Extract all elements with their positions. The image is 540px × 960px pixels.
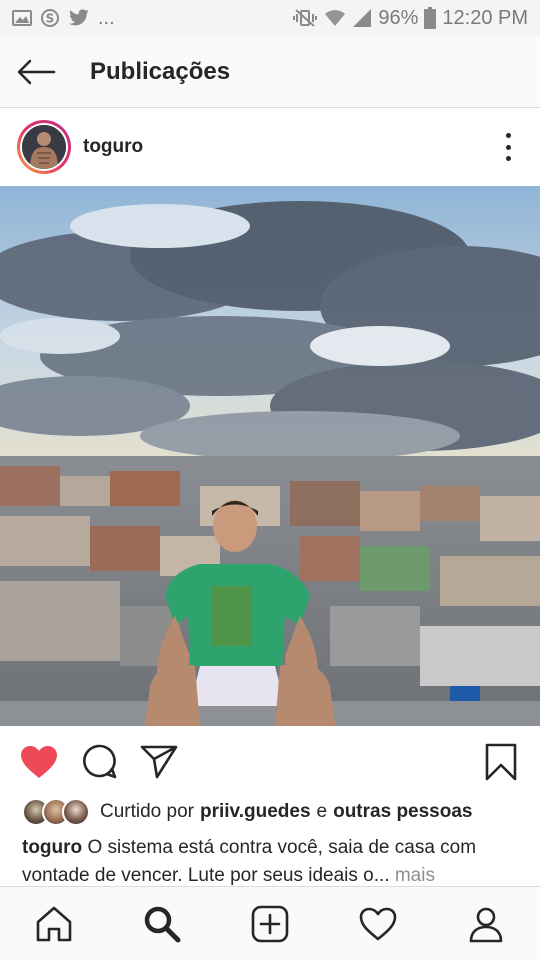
- signal-icon: [352, 8, 372, 28]
- save-button[interactable]: [481, 742, 521, 782]
- twitter-icon: [68, 9, 90, 27]
- heart-filled-icon: [21, 746, 57, 778]
- skype-icon: S: [40, 8, 60, 28]
- nav-home[interactable]: [27, 897, 81, 951]
- likes-prefix: Curtido por: [100, 801, 194, 822]
- speech-bubble-icon: [83, 744, 117, 779]
- post-image: [0, 186, 540, 726]
- avatar-story-ring[interactable]: [17, 120, 71, 174]
- battery-icon: [424, 7, 437, 29]
- nav-new-post[interactable]: [243, 897, 297, 951]
- like-button[interactable]: [19, 742, 59, 782]
- dot-icon: [505, 133, 511, 138]
- search-icon: [144, 906, 181, 942]
- likes-conjunction: e: [316, 801, 328, 822]
- caption-username[interactable]: toguro: [22, 837, 82, 858]
- home-icon: [36, 906, 72, 941]
- arrow-left-icon: [17, 59, 56, 84]
- vibrate-mute-icon: [292, 8, 318, 28]
- bookmark-icon: [485, 743, 517, 781]
- liker-username[interactable]: priiv.guedes: [200, 801, 311, 823]
- status-bar: S ... 96% 12:20 PM: [0, 0, 540, 36]
- post-username[interactable]: toguro: [83, 136, 143, 158]
- liker-avatars: [22, 798, 90, 826]
- battery-percent: 96%: [378, 6, 419, 29]
- caption-more-link[interactable]: mais: [395, 865, 435, 886]
- post-photo[interactable]: [0, 186, 540, 726]
- paper-plane-icon: [140, 745, 178, 779]
- more-options-button[interactable]: [498, 133, 518, 161]
- post-header: toguro: [0, 109, 540, 185]
- notification-overflow: ...: [98, 6, 115, 29]
- wifi-icon: [324, 8, 346, 28]
- share-button[interactable]: [139, 742, 179, 782]
- likes-summary[interactable]: Curtido por priiv.guedes e outras pessoa…: [22, 796, 473, 828]
- dot-icon: [505, 144, 511, 150]
- dot-icon: [505, 156, 511, 161]
- post-actions: [0, 730, 540, 792]
- add-post-icon: [251, 905, 289, 942]
- heart-outline-icon: [359, 907, 397, 940]
- app-header: Publicações: [0, 36, 540, 108]
- profile-icon: [469, 907, 503, 942]
- page-title: Publicações: [90, 57, 231, 85]
- nav-profile[interactable]: [459, 897, 513, 951]
- nav-activity[interactable]: [351, 897, 405, 951]
- post-caption: toguro O sistema está contra você, saia …: [22, 834, 527, 890]
- bottom-nav: [0, 886, 540, 960]
- clock: 12:20 PM: [442, 6, 528, 29]
- avatar: [22, 125, 66, 169]
- back-button[interactable]: [0, 36, 72, 108]
- comment-button[interactable]: [79, 742, 119, 782]
- avatar: [62, 798, 90, 826]
- svg-text:S: S: [46, 12, 55, 26]
- nav-search[interactable]: [135, 897, 189, 951]
- image-icon: [12, 9, 32, 27]
- likes-others-link[interactable]: outras pessoas: [333, 801, 472, 823]
